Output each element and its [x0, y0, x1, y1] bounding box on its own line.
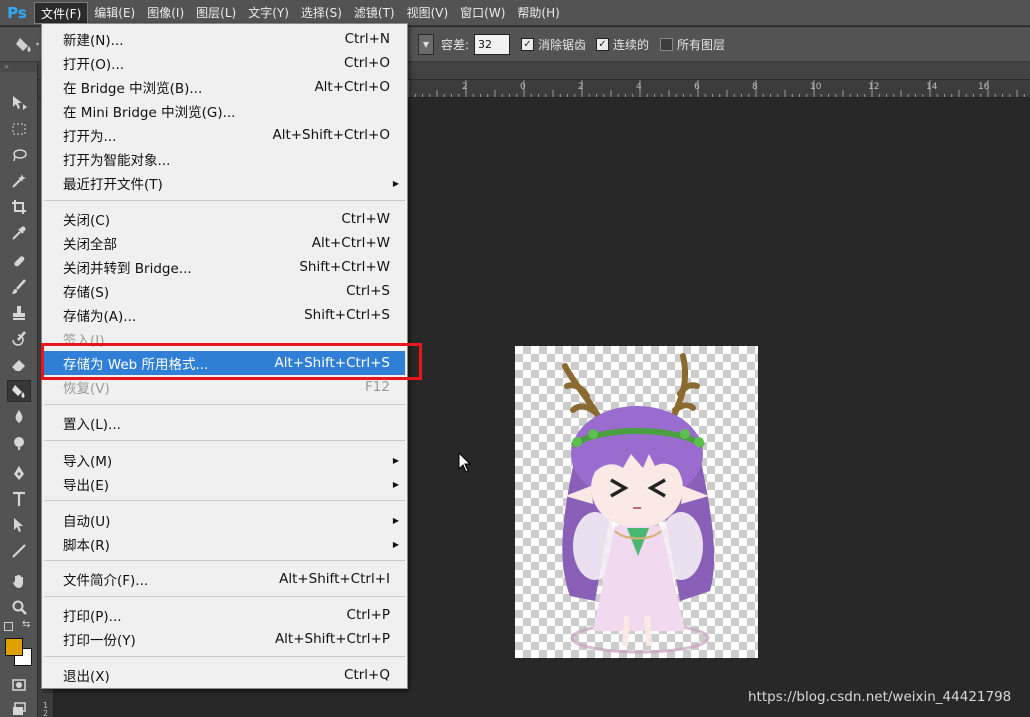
menu-item-recent-files[interactable]: 最近打开文件(T) ▶ — [44, 171, 405, 195]
menu-file[interactable]: 文件(F) — [34, 1, 89, 24]
path-selection-tool-icon[interactable] — [7, 514, 31, 536]
document-canvas[interactable] — [515, 346, 758, 658]
menu-separator — [44, 200, 405, 201]
ruler-label: 0 — [520, 82, 526, 92]
eraser-tool-icon[interactable] — [7, 354, 31, 376]
menu-select[interactable]: 选择(S) — [295, 2, 348, 24]
ruler-label: 2 — [462, 82, 468, 92]
menu-item-print[interactable]: 打印(P)... Ctrl+P — [44, 603, 405, 627]
menu-item-place[interactable]: 置入(L)... — [44, 411, 405, 435]
checkmark-icon: ✓ — [596, 38, 609, 51]
menu-item-scripts[interactable]: 脚本(R) ▶ — [44, 532, 405, 556]
menu-item-close-all[interactable]: 关闭全部 Alt+Ctrl+W — [44, 231, 405, 255]
menu-item-open-smart-object[interactable]: 打开为智能对象... — [44, 147, 405, 171]
submenu-arrow-icon: ▶ — [392, 178, 399, 188]
menu-type[interactable]: 文字(Y) — [242, 2, 295, 24]
menu-item-new[interactable]: 新建(N)... Ctrl+N — [44, 27, 405, 51]
screen-mode-icon[interactable] — [7, 698, 31, 717]
menu-separator — [44, 500, 405, 501]
menu-separator — [44, 440, 405, 441]
menu-item-close[interactable]: 关闭(C) Ctrl+W — [44, 207, 405, 231]
clone-stamp-tool-icon[interactable] — [7, 302, 31, 324]
all-layers-label: 所有图层 — [677, 38, 726, 52]
swap-colors-icon[interactable]: ⇆ — [22, 619, 30, 630]
ruler-label: 8 — [752, 82, 758, 92]
hand-tool-icon[interactable] — [7, 570, 31, 592]
healing-brush-tool-icon[interactable] — [7, 250, 31, 272]
marquee-tool-icon[interactable] — [7, 118, 31, 140]
checkbox-empty-icon — [660, 38, 673, 51]
toolbox-grip-icon[interactable]: » — [0, 62, 37, 72]
submenu-arrow-icon: ▶ — [392, 479, 399, 489]
pen-tool-icon[interactable] — [7, 462, 31, 484]
menu-item-open-as[interactable]: 打开为... Alt+Shift+Ctrl+O — [44, 123, 405, 147]
dodge-tool-icon[interactable] — [7, 432, 31, 454]
menu-separator — [44, 656, 405, 657]
ruler-label: 2 — [578, 82, 584, 92]
ruler-label: 4 — [636, 82, 642, 92]
move-tool-icon[interactable] — [7, 92, 31, 114]
submenu-arrow-icon: ▶ — [392, 539, 399, 549]
menu-edit[interactable]: 编辑(E) — [88, 2, 141, 24]
ruler-label: 12 — [868, 82, 880, 92]
menu-item-save-as[interactable]: 存储为(A)... Shift+Ctrl+S — [44, 303, 405, 327]
antialias-checkbox[interactable]: ✓ 消除锯齿 — [521, 36, 586, 53]
brush-tool-icon[interactable] — [7, 276, 31, 298]
tolerance-label: 容差: — [441, 38, 470, 52]
type-tool-icon[interactable] — [7, 488, 31, 510]
menu-item-browse-bridge[interactable]: 在 Bridge 中浏览(B)... Alt+Ctrl+O — [44, 75, 405, 99]
menu-window[interactable]: 窗口(W) — [454, 2, 511, 24]
menu-item-print-one-copy[interactable]: 打印一份(Y) Alt+Shift+Ctrl+P — [44, 627, 405, 651]
menu-item-save[interactable]: 存储(S) Ctrl+S — [44, 279, 405, 303]
menu-item-close-go-bridge[interactable]: 关闭并转到 Bridge... Shift+Ctrl+W — [44, 255, 405, 279]
ruler-label: 16 — [978, 82, 990, 92]
contiguous-checkbox[interactable]: ✓ 连续的 — [596, 36, 649, 53]
paint-bucket-tool-icon[interactable] — [7, 380, 31, 402]
ruler-label: 10 — [810, 82, 822, 92]
chibi-character-image — [562, 353, 715, 654]
menu-image[interactable]: 图像(I) — [141, 2, 190, 24]
menu-item-browse-mini-bridge[interactable]: 在 Mini Bridge 中浏览(G)... — [44, 99, 405, 123]
menu-help[interactable]: 帮助(H) — [511, 2, 565, 24]
antialias-label: 消除锯齿 — [538, 38, 587, 52]
mode-dropdown-arrow-icon[interactable]: ▼ — [418, 34, 434, 55]
checkmark-icon: ✓ — [521, 38, 534, 51]
watermark-text: https://blog.csdn.net/weixin_44421798 — [748, 689, 1012, 705]
zoom-tool-icon[interactable] — [7, 596, 31, 618]
crop-tool-icon[interactable] — [7, 196, 31, 218]
menu-item-import[interactable]: 导入(M) ▶ — [44, 448, 405, 472]
menu-item-automate[interactable]: 自动(U) ▶ — [44, 508, 405, 532]
default-colors-icon[interactable] — [4, 622, 13, 631]
menu-item-open[interactable]: 打开(O)... Ctrl+O — [44, 51, 405, 75]
menu-item-export[interactable]: 导出(E) ▶ — [44, 472, 405, 496]
lasso-tool-icon[interactable] — [7, 144, 31, 166]
photoshop-logo: Ps — [7, 3, 27, 22]
annotation-highlight-box — [41, 343, 422, 380]
all-layers-checkbox[interactable]: 所有图层 — [660, 36, 725, 53]
toolbox-panel: » ⇆ — [0, 62, 38, 717]
menu-separator — [44, 560, 405, 561]
menu-item-exit[interactable]: 退出(X) Ctrl+Q — [44, 663, 405, 687]
ruler-label: 6 — [694, 82, 700, 92]
line-tool-icon[interactable] — [7, 540, 31, 562]
ruler-label: 14 — [926, 82, 938, 92]
menu-separator — [44, 596, 405, 597]
contiguous-label: 连续的 — [613, 38, 650, 52]
submenu-arrow-icon: ▶ — [392, 455, 399, 465]
foreground-color-swatch[interactable] — [5, 638, 23, 656]
menu-view[interactable]: 视图(V) — [401, 2, 455, 24]
blur-tool-icon[interactable] — [7, 406, 31, 428]
menu-separator — [44, 404, 405, 405]
eyedropper-tool-icon[interactable] — [7, 222, 31, 244]
submenu-arrow-icon: ▶ — [392, 515, 399, 525]
menu-layer[interactable]: 图层(L) — [190, 2, 242, 24]
history-brush-tool-icon[interactable] — [7, 328, 31, 350]
ruler-label: 2 — [43, 709, 49, 717]
mouse-cursor-icon — [458, 452, 472, 473]
tolerance-input[interactable]: 32 — [474, 34, 510, 55]
quick-mask-icon[interactable] — [7, 674, 31, 696]
magic-wand-tool-icon[interactable] — [7, 170, 31, 192]
menu-filter[interactable]: 滤镜(T) — [348, 2, 401, 24]
menu-item-file-info[interactable]: 文件简介(F)... Alt+Shift+Ctrl+I — [44, 567, 405, 591]
